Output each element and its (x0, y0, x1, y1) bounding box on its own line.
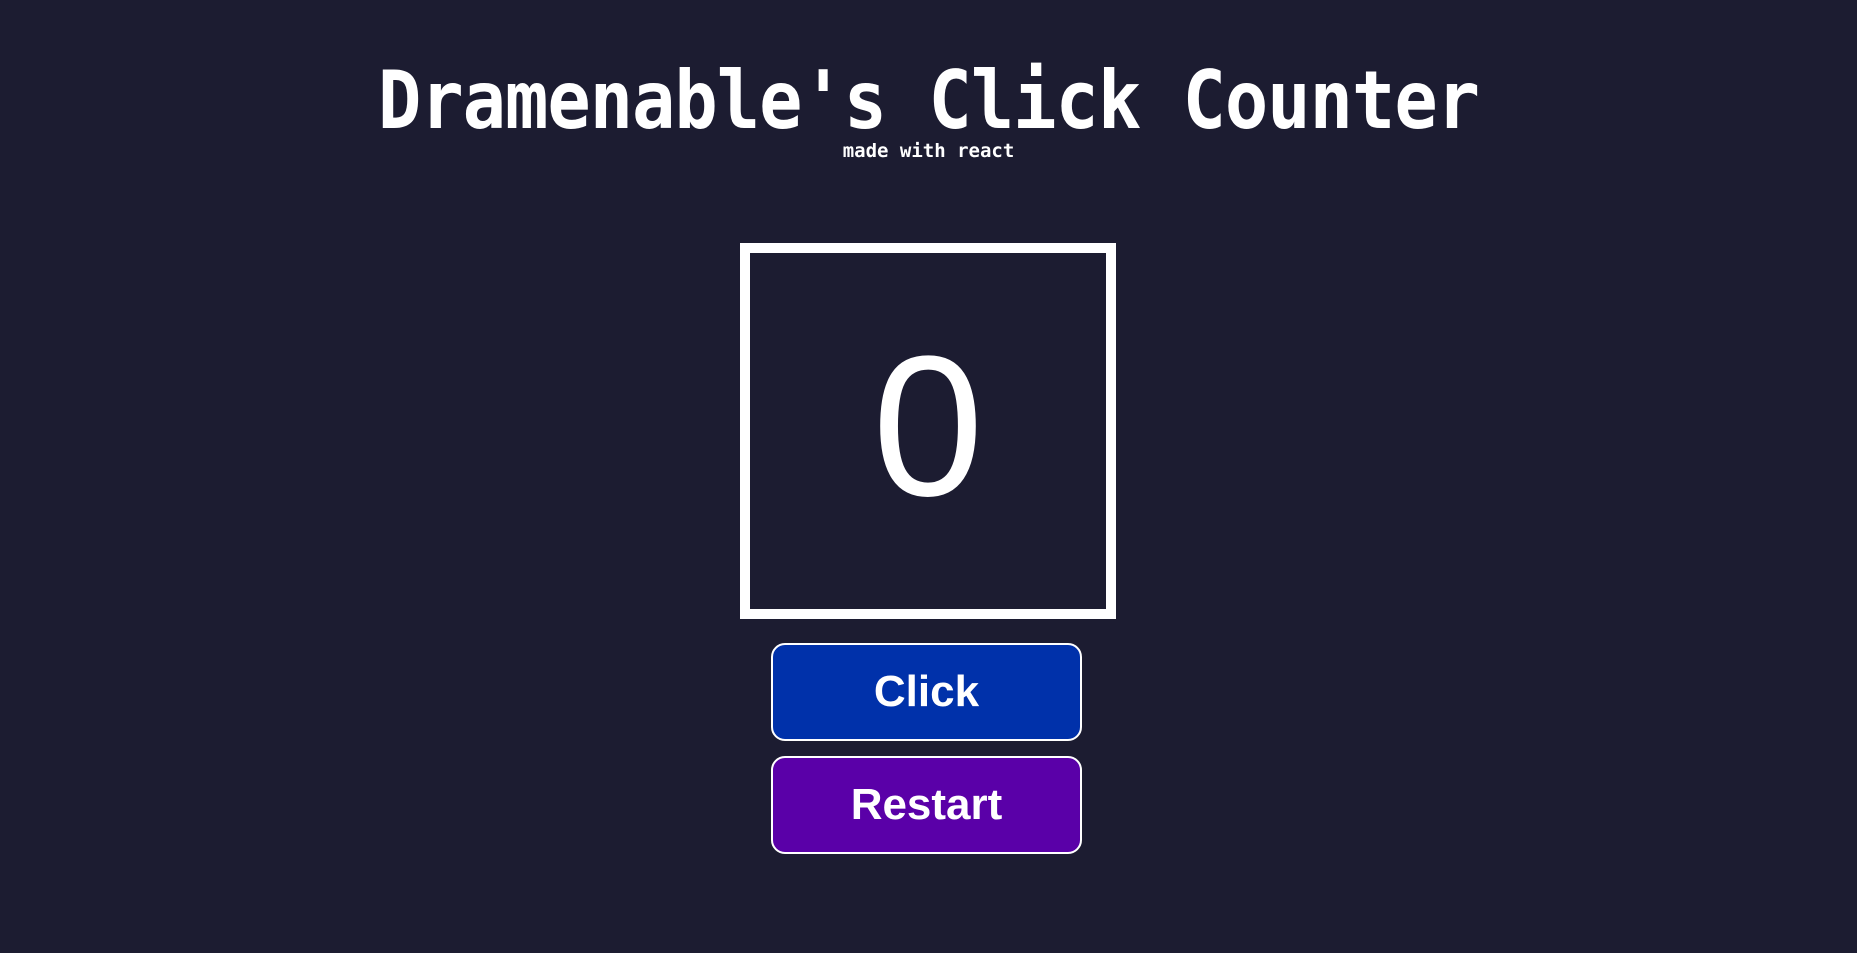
click-button[interactable]: Click (771, 643, 1082, 741)
counter-value: 0 (872, 315, 984, 538)
page-header: Dramenable's Click Counter made with rea… (0, 53, 1857, 162)
page-title: Dramenable's Click Counter (377, 52, 1480, 148)
counter-display: 0 (740, 243, 1116, 619)
restart-button[interactable]: Restart (771, 756, 1082, 854)
